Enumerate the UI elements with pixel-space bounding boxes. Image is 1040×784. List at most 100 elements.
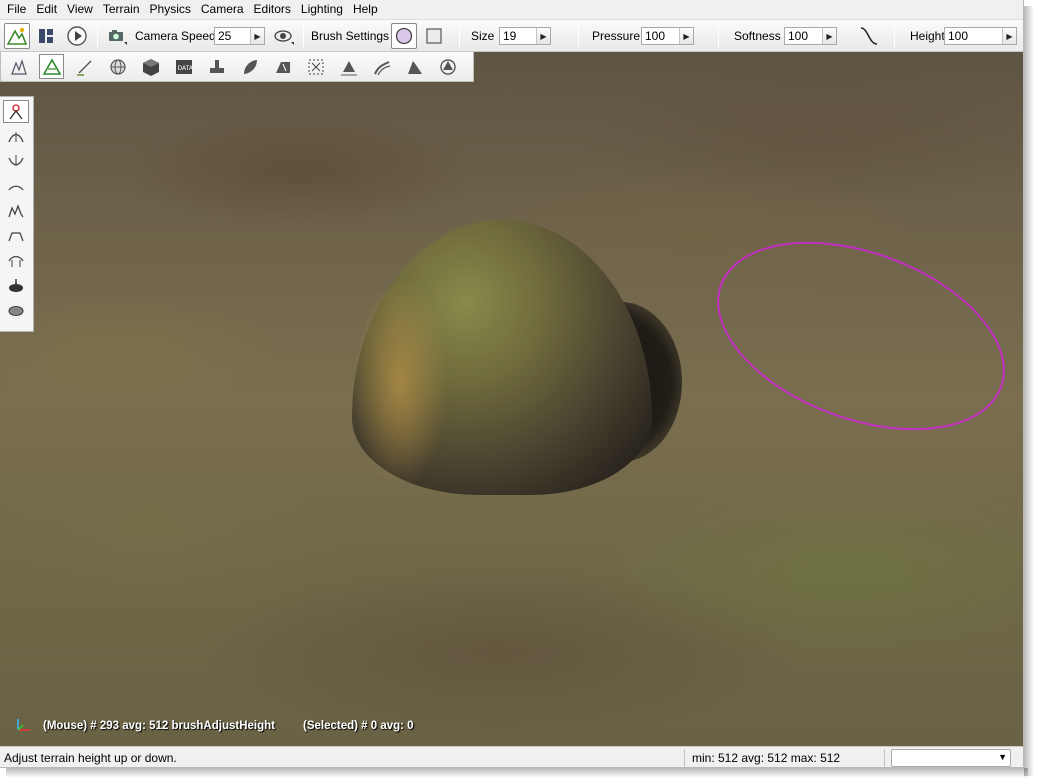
mesh-road-icon	[308, 59, 323, 74]
clear-terrain-button[interactable]	[3, 273, 29, 296]
falloff-curve-icon	[860, 27, 878, 45]
axis-gizmo-icon	[17, 719, 30, 731]
world-editor-icon	[109, 58, 126, 75]
pressure-arrow-icon[interactable]: ▶	[679, 28, 693, 44]
status-bar: Adjust terrain height up or down. min: 5…	[0, 746, 1023, 767]
pressure-field[interactable]: 100 ▶	[641, 27, 694, 45]
lower-height-icon	[8, 154, 24, 166]
particle-editor-button[interactable]	[435, 54, 460, 79]
brush-circle-button[interactable]	[391, 23, 417, 49]
camera-speed-label: Camera Speed	[135, 29, 216, 43]
visibility-button[interactable]	[271, 23, 297, 49]
menu-physics[interactable]: Physics	[145, 0, 196, 19]
paint-noise-icon	[8, 255, 24, 267]
softness-field[interactable]: 100 ▶	[784, 27, 837, 45]
datablock-icon: DATA	[175, 59, 193, 74]
height-arrow-icon[interactable]: ▶	[1002, 28, 1016, 44]
softness-curve-button[interactable]	[856, 23, 882, 49]
terrain-mountain-icon	[6, 27, 28, 45]
noise-button[interactable]	[3, 199, 29, 222]
menu-file[interactable]: File	[2, 0, 31, 19]
terrain-painter-button[interactable]	[72, 54, 97, 79]
camera-button[interactable]	[104, 23, 130, 49]
selected-info-text: (Selected) # 0 avg: 0	[303, 720, 414, 732]
datablock-button[interactable]: DATA	[171, 54, 196, 79]
window-shadow-right	[1024, 6, 1034, 776]
terrain-brush-ring	[691, 205, 1023, 467]
height-value[interactable]: 100	[945, 28, 1002, 44]
object-icon	[142, 58, 159, 76]
decal-button[interactable]	[204, 54, 229, 79]
softness-arrow-icon[interactable]: ▶	[822, 28, 836, 44]
box-brush-icon	[426, 28, 442, 44]
terrain-editor-icon	[42, 57, 61, 75]
camera-speed-arrow-icon[interactable]: ▶	[250, 28, 264, 44]
menu-edit[interactable]: Edit	[31, 0, 62, 19]
menu-camera[interactable]: Camera	[196, 0, 249, 19]
nav-mesh-button[interactable]	[369, 54, 394, 79]
restore-terrain-icon	[8, 305, 24, 316]
menu-terrain[interactable]: Terrain	[98, 0, 145, 19]
paint-noise-button[interactable]	[3, 248, 29, 271]
object-selection-icon	[10, 58, 27, 75]
shape-editor-button[interactable]	[402, 54, 427, 79]
forest-button[interactable]	[237, 54, 262, 79]
smooth-icon	[8, 185, 24, 190]
brush-box-button[interactable]	[421, 23, 447, 49]
raise-height-icon	[8, 131, 24, 142]
terrain-painter-icon	[76, 60, 91, 76]
circle-brush-icon	[395, 27, 413, 45]
forest-icon	[243, 59, 257, 74]
play-game-button[interactable]	[64, 23, 90, 49]
chevron-down-icon[interactable]: ▼	[998, 752, 1007, 762]
window-shadow-bottom	[6, 768, 1028, 778]
object-button[interactable]	[138, 54, 163, 79]
noise-icon	[8, 203, 24, 217]
size-arrow-icon[interactable]: ▶	[536, 28, 550, 44]
camera-speed-field[interactable]: 25 ▶	[214, 27, 265, 45]
grab-terrain-button[interactable]	[3, 100, 29, 123]
restore-terrain-button[interactable]	[3, 298, 29, 321]
raise-height-button[interactable]	[3, 125, 29, 148]
river-button[interactable]	[336, 54, 361, 79]
rock-highlight	[355, 282, 445, 482]
pressure-value[interactable]: 100	[642, 28, 679, 44]
height-stats: min: 512 avg: 512 max: 512	[692, 751, 841, 765]
svg-text:DATA: DATA	[177, 65, 193, 72]
smooth-button[interactable]	[3, 175, 29, 198]
grab-terrain-icon	[9, 103, 23, 119]
main-toolbar: Camera Speed 25 ▶ Brush Settings Size 19…	[0, 19, 1023, 52]
menu-editors[interactable]: Editors	[249, 0, 296, 19]
softness-value[interactable]: 100	[785, 28, 822, 44]
height-field[interactable]: 100 ▶	[944, 27, 1017, 45]
decal-icon	[209, 59, 224, 73]
road-button[interactable]	[270, 54, 295, 79]
status-hint: Adjust terrain height up or down.	[4, 751, 177, 765]
status-combo[interactable]: ▼	[891, 749, 1011, 767]
menu-lighting[interactable]: Lighting	[296, 0, 348, 19]
gui-editor-button[interactable]	[33, 23, 59, 49]
object-selection-button[interactable]	[6, 54, 31, 79]
terrain-editor-button[interactable]	[39, 54, 64, 79]
3d-viewport[interactable]: (Mouse) # 293 avg: 512 brushAdjustHeight…	[0, 52, 1023, 746]
play-icon	[67, 26, 87, 46]
brush-settings-label: Brush Settings	[311, 29, 390, 43]
shape-editor-icon	[407, 60, 422, 74]
menu-view[interactable]: View	[62, 0, 98, 19]
lower-height-button[interactable]	[3, 150, 29, 173]
size-field[interactable]: 19 ▶	[499, 27, 551, 45]
menu-help[interactable]: Help	[348, 0, 383, 19]
size-value[interactable]: 19	[500, 28, 536, 44]
size-label: Size	[471, 29, 495, 43]
world-editor-inspector-button[interactable]	[105, 54, 130, 79]
camera-speed-value[interactable]: 25	[215, 28, 250, 44]
nav-mesh-icon	[373, 60, 390, 75]
height-label: Height	[910, 29, 945, 43]
mesh-road-button[interactable]	[303, 54, 328, 79]
pressure-label: Pressure	[592, 29, 641, 43]
world-editor-button[interactable]	[4, 23, 30, 49]
clear-terrain-icon	[9, 278, 23, 292]
layout-icon	[39, 29, 53, 43]
flatten-button[interactable]	[3, 224, 29, 247]
camera-icon	[109, 30, 127, 45]
